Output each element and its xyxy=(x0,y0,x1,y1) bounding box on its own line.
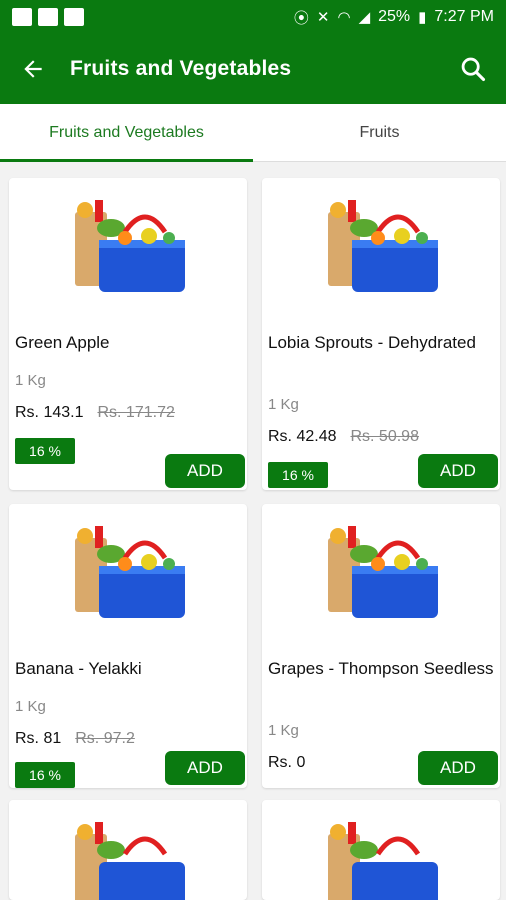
gallery-notification-icon xyxy=(12,8,32,26)
discount-badge: 16 % xyxy=(15,762,75,788)
battery-percent: 25% xyxy=(378,8,411,25)
category-tabs: Fruits and Vegetables Fruits xyxy=(0,104,506,162)
product-card[interactable]: Green Apple 1 Kg Rs. 143.1 Rs. 171.72 16… xyxy=(9,178,247,490)
add-to-cart-button[interactable]: ADD xyxy=(165,454,245,488)
product-quantity: 1 Kg xyxy=(15,698,46,715)
current-price: Rs. 0 xyxy=(268,754,306,771)
price-row: Rs. 143.1 Rs. 171.72 xyxy=(15,404,175,422)
grocery-basket-image xyxy=(75,526,185,618)
wifi-icon: ◠ xyxy=(337,9,351,26)
product-quantity: 1 Kg xyxy=(268,396,299,413)
price-row: Rs. 0 xyxy=(268,754,305,772)
page-title: Fruits and Vegetables xyxy=(70,57,292,80)
original-price: Rs. 50.98 xyxy=(350,428,419,445)
product-quantity: 1 Kg xyxy=(15,372,46,389)
product-name: Grapes - Thompson Seedless xyxy=(268,659,494,678)
back-arrow-icon[interactable] xyxy=(18,54,48,84)
battery-icon: ▮ xyxy=(418,9,427,26)
grocery-basket-image xyxy=(328,822,438,900)
product-card[interactable] xyxy=(9,800,247,900)
price-row: Rs. 42.48 Rs. 50.98 xyxy=(268,428,419,446)
price-row: Rs. 81 Rs. 97.2 xyxy=(15,730,135,748)
location-icon: ⦿ xyxy=(293,9,309,27)
discount-badge: 16 % xyxy=(15,438,75,464)
product-name: Banana - Yelakki xyxy=(15,659,142,678)
flipboard-notification-icon xyxy=(64,8,84,26)
mute-icon: ✕ xyxy=(316,9,330,26)
add-to-cart-button[interactable]: ADD xyxy=(418,751,498,785)
product-card[interactable]: Banana - Yelakki 1 Kg Rs. 81 Rs. 97.2 16… xyxy=(9,504,247,788)
tab-fruits-and-vegetables[interactable]: Fruits and Vegetables xyxy=(0,104,253,162)
grocery-basket-image xyxy=(328,526,438,618)
status-bar: ⦿ ✕ ◠ ◢ 25% ▮ 7:27 PM xyxy=(0,0,506,34)
discount-badge: 16 % xyxy=(268,462,328,488)
add-to-cart-button[interactable]: ADD xyxy=(165,751,245,785)
notification-icons xyxy=(12,8,84,26)
clock: 7:27 PM xyxy=(434,8,494,25)
product-card[interactable] xyxy=(262,800,500,900)
current-price: Rs. 42.48 xyxy=(268,428,337,445)
signal-icon: ◢ xyxy=(358,9,371,26)
app-bar: Fruits and Vegetables xyxy=(0,34,506,104)
search-icon[interactable] xyxy=(458,54,488,84)
add-to-cart-button[interactable]: ADD xyxy=(418,454,498,488)
original-price: Rs. 171.72 xyxy=(97,404,175,421)
grocery-basket-image xyxy=(75,822,185,900)
tab-fruits[interactable]: Fruits xyxy=(253,104,506,161)
product-name: Lobia Sprouts - Dehydrated xyxy=(268,333,476,352)
product-quantity: 1 Kg xyxy=(268,722,299,739)
system-status: ⦿ ✕ ◠ ◢ 25% ▮ 7:27 PM xyxy=(294,7,494,28)
current-price: Rs. 143.1 xyxy=(15,404,84,421)
product-name: Green Apple xyxy=(15,333,110,352)
app-notification-icon xyxy=(38,8,58,26)
product-card[interactable]: Lobia Sprouts - Dehydrated 1 Kg Rs. 42.4… xyxy=(262,178,500,490)
grocery-basket-image xyxy=(75,200,185,292)
original-price: Rs. 97.2 xyxy=(75,730,135,747)
grocery-basket-image xyxy=(328,200,438,292)
product-card[interactable]: Grapes - Thompson Seedless 1 Kg Rs. 0 AD… xyxy=(262,504,500,788)
current-price: Rs. 81 xyxy=(15,730,62,747)
